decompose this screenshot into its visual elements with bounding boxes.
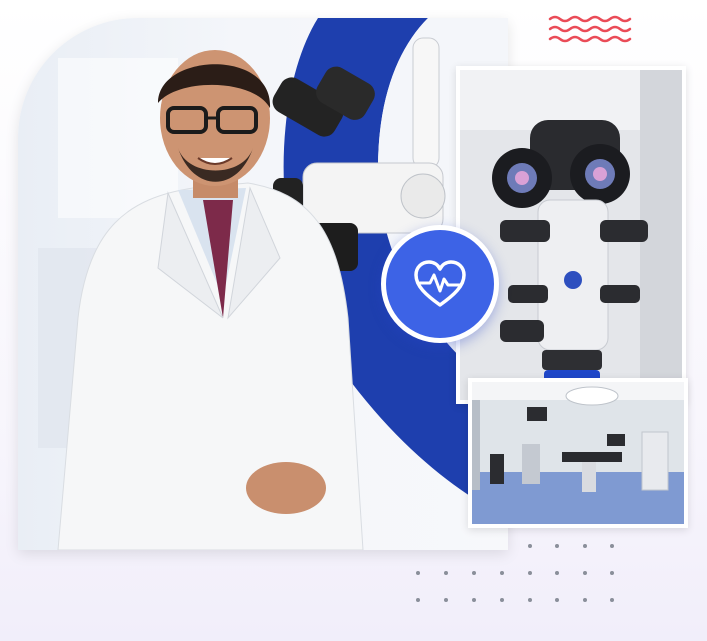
dot-grid-decoration (416, 544, 614, 602)
wave-decoration-icon (548, 15, 632, 43)
operating-room-photo (468, 378, 688, 528)
heart-pulse-icon (414, 260, 466, 307)
heart-badge (381, 225, 499, 343)
microscope-photo (456, 66, 686, 404)
